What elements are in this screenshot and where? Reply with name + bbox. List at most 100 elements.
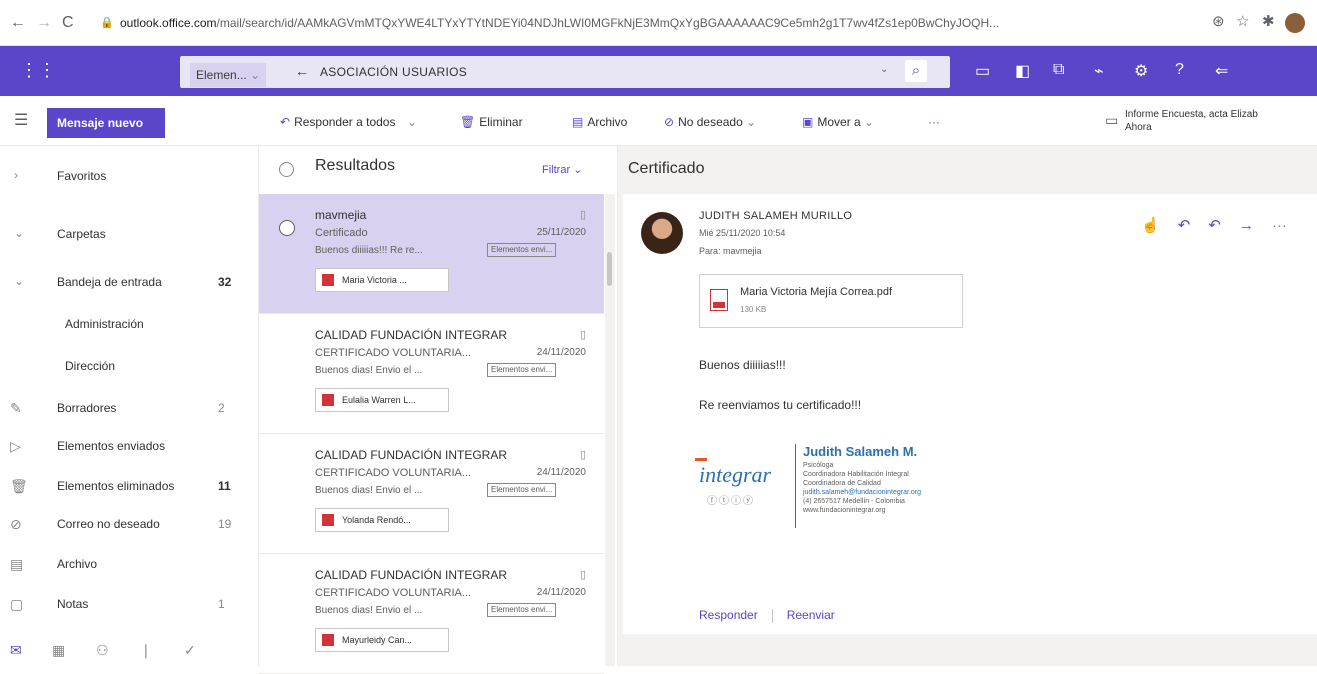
reply-icon[interactable]: ↶ — [1178, 217, 1191, 234]
reply-all-icon: ↶ — [280, 115, 291, 129]
message-title: Certificado — [628, 160, 705, 177]
chevron-down-icon[interactable]: ⌄ — [864, 115, 874, 129]
filter-button[interactable]: Filtrar ⌄ — [542, 163, 582, 176]
star-icon[interactable]: ☆ — [1236, 12, 1249, 30]
select-radio[interactable] — [279, 220, 295, 236]
teams-icon[interactable]: ◧ — [1015, 61, 1030, 81]
sidebar-item-administracion[interactable]: Administración — [0, 306, 258, 342]
list-item[interactable]: CALIDAD FUNDACIÓN INTEGRAR ▯ CERTIFICADO… — [259, 314, 604, 434]
reply-all-button[interactable]: ↶ Responder a todos ⌄ — [280, 115, 417, 129]
more-actions-button[interactable]: ··· — [928, 115, 940, 129]
archive-icon: ▤ — [572, 115, 584, 129]
attachment-chip[interactable]: Maria Victoria ... — [315, 268, 449, 292]
unread-count: 11 — [218, 479, 231, 493]
help-icon[interactable]: ? — [1175, 61, 1184, 79]
item-count: 2 — [218, 401, 225, 415]
chevron-down-icon[interactable]: ⌄ — [407, 115, 417, 129]
notifications-icon[interactable]: ⌁ — [1094, 61, 1104, 81]
sidebar-item-sent[interactable]: ▷ Elementos enviados — [0, 428, 258, 464]
feedback-icon[interactable]: ⇐ — [1215, 61, 1228, 81]
chevron-down-icon: ⌄ — [250, 68, 261, 82]
list-title: Resultados — [315, 157, 396, 174]
mail-icon[interactable]: ✉ — [10, 642, 22, 659]
sender-name[interactable]: JUDITH SALAMEH MURILLO — [699, 210, 852, 222]
reminder[interactable]: Informe Encuesta, acta Elizab Ahora — [1125, 108, 1258, 134]
list-item[interactable]: mavmejia ▯ Certificado 25/11/2020 Buenos… — [259, 194, 604, 314]
list-item[interactable]: CALIDAD FUNDACIÓN INTEGRAR ▯ CERTIFICADO… — [259, 434, 604, 554]
attachment-chip[interactable]: Eulalia Warren L... — [315, 388, 449, 412]
sidebar-item-drafts[interactable]: ✎ Borradores 2 — [0, 390, 258, 426]
calendar-icon: ▭ — [1105, 112, 1119, 128]
search-dropdown-icon[interactable]: ⌄ — [880, 64, 888, 75]
attachment-card[interactable]: Maria Victoria Mejía Correa.pdf 130 KB — [699, 274, 963, 328]
signature-line: Coordinadora de Calidad — [803, 480, 881, 487]
folders-header[interactable]: ⌄ Carpetas — [0, 216, 258, 252]
delete-button[interactable]: 🗑 Eliminar — [460, 115, 523, 129]
select-all-checkbox[interactable] — [279, 162, 294, 177]
body-line: Re reenviamos tu certificado!!! — [699, 398, 862, 412]
forward-icon[interactable]: → — [1239, 217, 1254, 234]
block-icon: ⊘ — [10, 516, 22, 532]
signature-email-link[interactable]: judith.salameh@fundacionintegrar.org — [803, 489, 921, 496]
message-preview: Buenos dias! Envio el ... — [315, 605, 423, 616]
hamburger-icon[interactable]: ☰ — [14, 110, 28, 130]
reply-row: Responder Reenviar — [699, 608, 835, 623]
reply-all-icon[interactable]: ↶ — [1208, 217, 1221, 234]
chevron-down-icon[interactable]: ⌄ — [746, 115, 756, 129]
social-icons: ⓕⓣⓘⓨ — [707, 496, 755, 507]
signature-website[interactable]: www.fundacionintegrar.org — [803, 507, 886, 514]
sidebar-item-notes[interactable]: ▢ Notas 1 — [0, 586, 258, 622]
like-icon[interactable]: ☝ — [1141, 217, 1160, 234]
chevron-right-icon: › — [14, 168, 18, 182]
search-input[interactable]: ASOCIACIÓN USUARIOS — [320, 65, 467, 79]
list-item[interactable]: CALIDAD FUNDACIÓN INTEGRAR ▯ CERTIFICADO… — [259, 554, 604, 674]
archive-button[interactable]: ▤ Archivo — [572, 115, 627, 129]
address-bar[interactable]: outlook.office.com/mail/search/id/AAMkAG… — [120, 11, 1210, 35]
more-icon[interactable]: ··· — [1272, 217, 1287, 234]
attachment-chip[interactable]: Yolanda Rendó... — [315, 508, 449, 532]
search-icon[interactable]: ⌕ — [905, 60, 927, 82]
people-icon[interactable]: ⚇ — [96, 642, 109, 659]
profile-avatar[interactable] — [1285, 13, 1305, 33]
folders-label: Carpetas — [57, 227, 106, 241]
new-message-button[interactable]: Mensaje nuevo — [47, 108, 165, 138]
list-scrollbar[interactable] — [605, 194, 615, 666]
meet-now-icon[interactable]: ▭ — [975, 61, 990, 81]
my-day-icon[interactable]: ⧉ — [1053, 61, 1064, 79]
filter-label: Filtrar — [542, 164, 571, 176]
move-button[interactable]: ▣ Mover a ⌄ — [802, 115, 874, 129]
message-card: JUDITH SALAMEH MURILLO Mié 25/11/2020 10… — [623, 194, 1317, 634]
todo-icon[interactable]: ✓ — [184, 642, 196, 659]
reply-link[interactable]: Responder — [699, 608, 758, 622]
sidebar-item-junk[interactable]: ⊘ Correo no deseado 19 — [0, 506, 258, 542]
calendar-icon[interactable]: ▦ — [52, 642, 65, 659]
attachment-name: Maria Victoria ... — [342, 275, 407, 285]
puzzle-icon[interactable]: ✱ — [1262, 12, 1275, 30]
search-back-icon[interactable]: ← — [295, 63, 309, 79]
browser-forward-icon[interactable]: → — [36, 14, 52, 32]
sender-avatar[interactable] — [641, 212, 683, 254]
sidebar-item-label: Correo no deseado — [57, 517, 160, 531]
sidebar-item-deleted[interactable]: 🗑 Elementos eliminados 11 — [0, 468, 258, 504]
extension-icon[interactable]: ⊛ — [1212, 12, 1225, 30]
message-sender: mavmejia — [315, 208, 367, 222]
attachment-chip[interactable]: Mayurleidy Can... — [315, 628, 449, 652]
search-scope-dropdown[interactable]: Elemen... ⌄ — [190, 63, 267, 87]
browser-back-icon[interactable]: ← — [10, 14, 26, 32]
junk-button[interactable]: ⊘ No deseado ⌄ — [664, 115, 756, 129]
forward-link[interactable]: Reenviar — [787, 608, 835, 622]
reminder-title: Informe Encuesta, acta Elizab — [1125, 109, 1258, 120]
junk-label: No deseado — [678, 115, 743, 129]
app-launcher-icon[interactable]: ⋮⋮ — [20, 60, 56, 81]
gear-icon[interactable]: ⚙ — [1134, 61, 1148, 81]
browser-reload-icon[interactable]: C — [62, 14, 74, 32]
sidebar-item-archive[interactable]: ▤ Archivo — [0, 546, 258, 582]
attachment-name: Yolanda Rendó... — [342, 515, 411, 525]
sidebar-item-inbox[interactable]: ⌄ Bandeja de entrada 32 — [0, 264, 258, 300]
attachment-name: Mayurleidy Can... — [342, 635, 413, 645]
browser-toolbar: ← → C 🔒 outlook.office.com/mail/search/i… — [0, 0, 1317, 46]
sidebar-item-direccion[interactable]: Dirección — [0, 348, 258, 384]
scrollbar-thumb[interactable] — [607, 252, 612, 286]
attachment-icon[interactable]: ❘ — [140, 642, 152, 659]
favorites-header[interactable]: › Favoritos — [0, 158, 258, 194]
